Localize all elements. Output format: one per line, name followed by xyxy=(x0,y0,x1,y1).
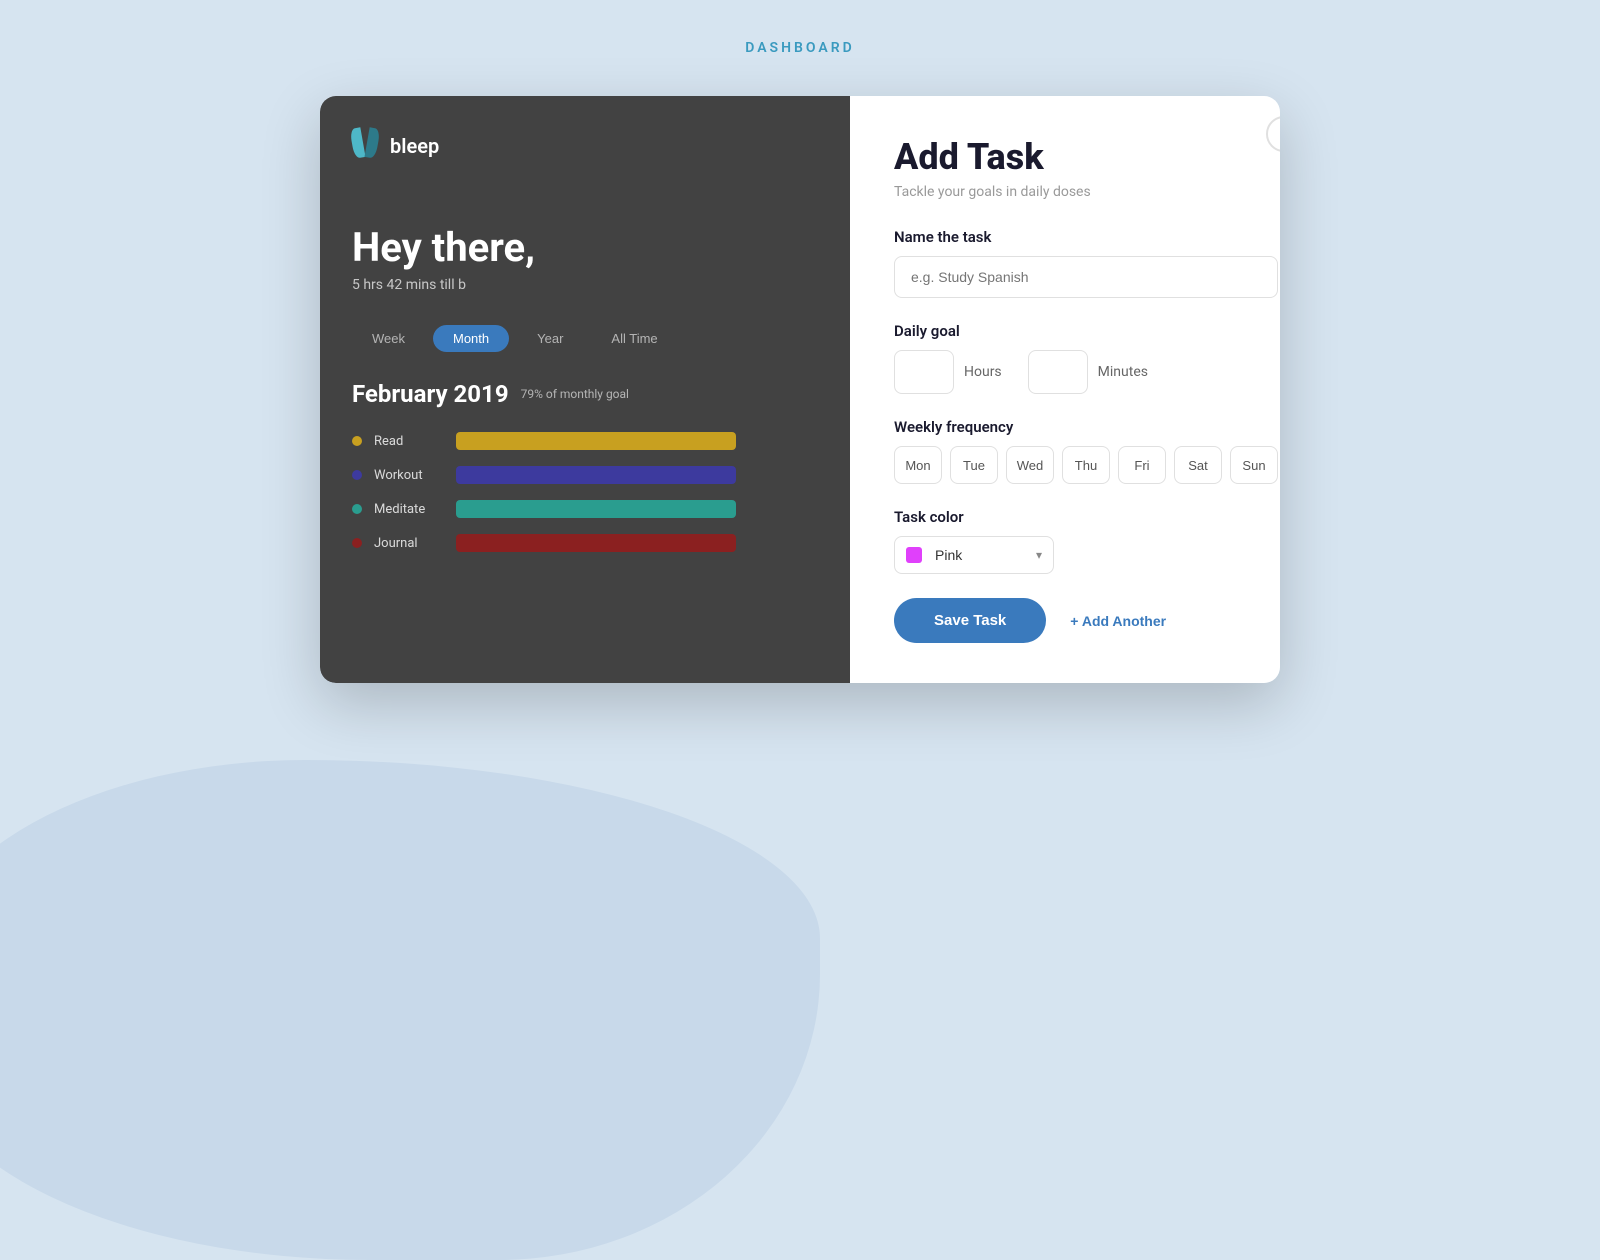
task-name-label: Name the task xyxy=(894,228,1278,246)
day-button-tue[interactable]: Tue xyxy=(950,446,998,484)
tab-year[interactable]: Year xyxy=(517,325,583,352)
tab-month[interactable]: Month xyxy=(433,325,509,352)
logo-leaf-right xyxy=(364,127,380,158)
daily-goal-group: Daily goal 00 Hours 00 Minutes xyxy=(894,322,1278,394)
save-task-button[interactable]: Save Task xyxy=(894,598,1046,643)
day-button-thu[interactable]: Thu xyxy=(1062,446,1110,484)
task-dot xyxy=(352,470,362,480)
task-dot xyxy=(352,504,362,514)
hours-unit: Hours xyxy=(964,364,1002,380)
task-bar-row: Read xyxy=(352,432,818,450)
task-bar xyxy=(456,500,736,518)
day-button-sun[interactable]: Sun xyxy=(1230,446,1278,484)
task-name-input[interactable] xyxy=(894,256,1278,298)
hero-subtitle: 5 hrs 42 mins till b xyxy=(352,277,818,293)
hours-input[interactable]: 00 xyxy=(894,350,954,394)
task-bar-row: Workout xyxy=(352,466,818,484)
color-select[interactable]: PinkRedBlueGreenYellowPurple xyxy=(894,536,1054,574)
period-subtitle: 79% of monthly goal xyxy=(521,387,629,401)
task-dot xyxy=(352,538,362,548)
task-bar xyxy=(456,466,736,484)
day-button-fri[interactable]: Fri xyxy=(1118,446,1166,484)
modal-subtitle: Tackle your goals in daily doses xyxy=(894,184,1278,200)
task-bar xyxy=(456,432,736,450)
task-bar xyxy=(456,534,736,552)
task-bar-row: Meditate xyxy=(352,500,818,518)
minutes-input[interactable]: 00 xyxy=(1028,350,1088,394)
task-color-group: Task color PinkRedBlueGreenYellowPurple … xyxy=(894,508,1278,574)
tab-alltime[interactable]: All Time xyxy=(591,325,677,352)
task-color-label: Task color xyxy=(894,508,1278,526)
background-blob xyxy=(0,760,820,1260)
daily-goal-label: Daily goal xyxy=(894,322,1278,340)
dashboard-hero: Hey there, 5 hrs 42 mins till b Week Mon… xyxy=(352,224,818,552)
task-bars: Read Workout Meditate Journal xyxy=(352,432,818,552)
page-title: DASHBOARD xyxy=(745,40,855,56)
task-bar-row: Journal xyxy=(352,534,818,552)
day-buttons: MonTueWedThuFriSatSun xyxy=(894,446,1278,484)
day-button-sat[interactable]: Sat xyxy=(1174,446,1222,484)
logo-area: bleep xyxy=(352,128,818,164)
modal-title: Add Task xyxy=(894,136,1278,178)
task-label: Meditate xyxy=(374,502,444,517)
period-label: February 2019 79% of monthly goal xyxy=(352,380,818,408)
day-button-wed[interactable]: Wed xyxy=(1006,446,1054,484)
tab-week[interactable]: Week xyxy=(352,325,425,352)
add-another-button[interactable]: + Add Another xyxy=(1070,613,1166,629)
task-name-group: Name the task xyxy=(894,228,1278,298)
dashboard-panel: bleep Hey there, 5 hrs 42 mins till b We… xyxy=(320,96,850,683)
task-label: Journal xyxy=(374,536,444,551)
task-label: Workout xyxy=(374,468,444,483)
color-select-wrapper: PinkRedBlueGreenYellowPurple ▾ xyxy=(894,536,1054,574)
main-container: bleep Hey there, 5 hrs 42 mins till b We… xyxy=(320,96,1280,683)
minutes-unit: Minutes xyxy=(1098,364,1148,380)
hero-title: Hey there, xyxy=(352,224,818,271)
task-dot xyxy=(352,436,362,446)
form-actions: Save Task + Add Another xyxy=(894,598,1278,643)
modal-panel: × Add Task Tackle your goals in daily do… xyxy=(850,96,1280,683)
daily-goal-row: 00 Hours 00 Minutes xyxy=(894,350,1278,394)
logo-icon xyxy=(352,128,380,164)
logo-text: bleep xyxy=(390,134,439,158)
task-label: Read xyxy=(374,434,444,449)
logo-leaf-left xyxy=(349,127,365,158)
period-title: February 2019 xyxy=(352,380,509,408)
weekly-frequency-group: Weekly frequency MonTueWedThuFriSatSun xyxy=(894,418,1278,484)
day-button-mon[interactable]: Mon xyxy=(894,446,942,484)
weekly-frequency-label: Weekly frequency xyxy=(894,418,1278,436)
tab-bar: Week Month Year All Time xyxy=(352,325,818,352)
